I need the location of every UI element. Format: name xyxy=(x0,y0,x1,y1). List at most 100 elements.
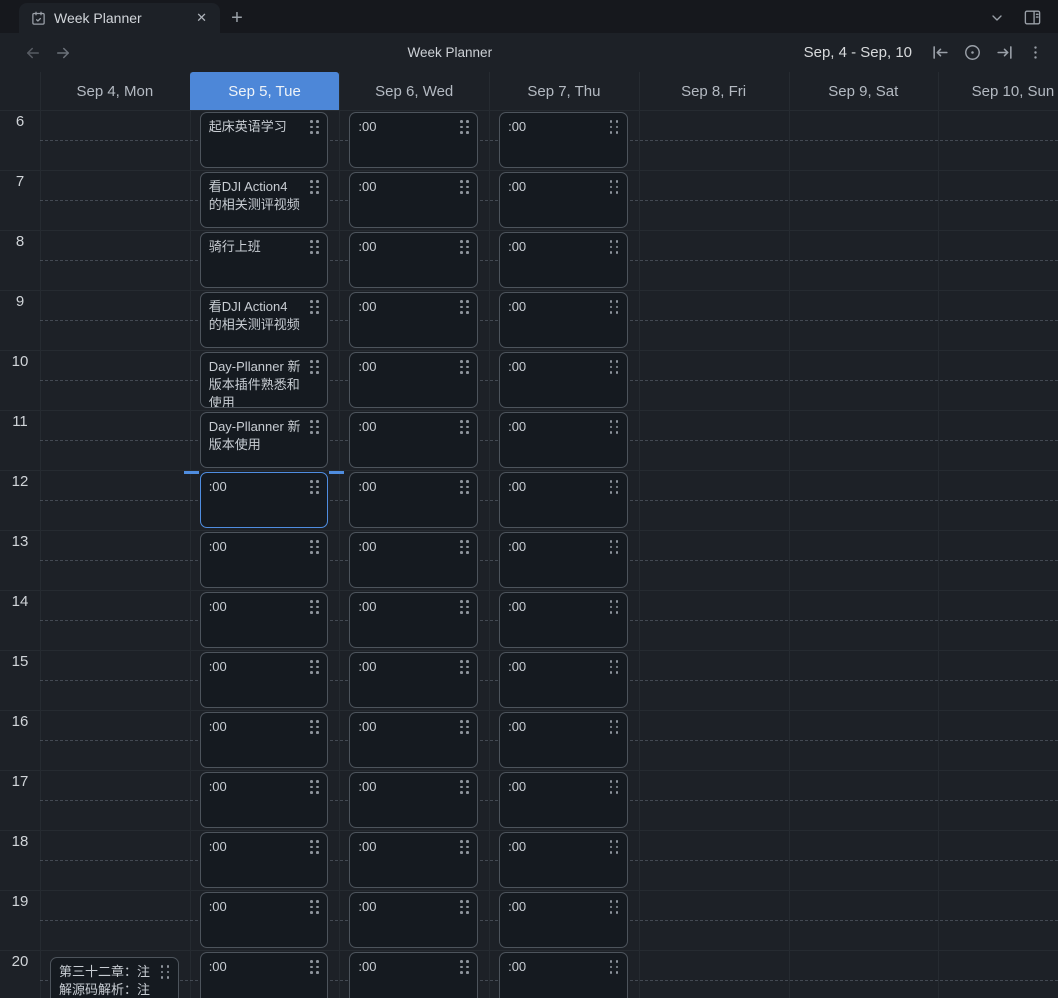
day-header-sep-6-wed[interactable]: Sep 6, Wed xyxy=(339,72,489,110)
time-slot[interactable]: :00 xyxy=(199,832,329,888)
time-slot[interactable]: :00 xyxy=(499,532,628,588)
drag-handle-icon[interactable] xyxy=(310,720,319,734)
drag-handle-icon[interactable] xyxy=(460,720,469,734)
drag-handle-icon[interactable] xyxy=(609,120,619,134)
time-slot[interactable]: :00 xyxy=(349,652,479,708)
new-tab-button[interactable]: + xyxy=(220,3,254,33)
drag-handle-icon[interactable] xyxy=(460,600,469,614)
task-card[interactable]: Day-Pllanner 新版本使用 xyxy=(199,412,329,468)
time-slot[interactable]: :00 xyxy=(349,352,479,408)
drag-handle-icon[interactable] xyxy=(609,660,619,674)
drag-handle-icon[interactable] xyxy=(310,600,319,614)
drag-handle-icon[interactable] xyxy=(609,240,619,254)
drag-handle-icon[interactable] xyxy=(460,480,469,494)
drag-handle-icon[interactable] xyxy=(460,300,469,314)
drag-handle-icon[interactable] xyxy=(460,420,469,434)
time-slot[interactable]: :00 xyxy=(199,532,329,588)
drag-handle-icon[interactable] xyxy=(460,180,469,194)
tab-week-planner[interactable]: Week Planner ✕ xyxy=(19,3,220,33)
time-slot[interactable]: :00 xyxy=(349,532,479,588)
drag-handle-icon[interactable] xyxy=(609,960,619,974)
time-slot[interactable]: :00 xyxy=(349,292,479,348)
time-slot[interactable]: :00 xyxy=(183,471,345,528)
task-card[interactable]: 骑行上班 xyxy=(199,232,329,288)
drag-handle-icon[interactable] xyxy=(460,780,469,794)
time-slot[interactable]: :00 xyxy=(349,712,479,768)
skip-to-start-icon[interactable] xyxy=(931,43,950,62)
drag-handle-icon[interactable] xyxy=(310,540,319,554)
panel-right-icon[interactable] xyxy=(1023,8,1042,27)
drag-handle-icon[interactable] xyxy=(310,840,319,854)
drag-handle-icon[interactable] xyxy=(310,660,319,674)
day-header-sep-7-thu[interactable]: Sep 7, Thu xyxy=(489,72,639,110)
drag-handle-icon[interactable] xyxy=(460,900,469,914)
time-slot[interactable]: :00 xyxy=(499,832,628,888)
drag-handle-icon[interactable] xyxy=(460,960,469,974)
drag-handle-icon[interactable] xyxy=(160,965,170,979)
time-slot[interactable]: :00 xyxy=(499,772,628,828)
time-slot[interactable]: :00 xyxy=(499,352,628,408)
drag-handle-icon[interactable] xyxy=(609,540,619,554)
time-slot[interactable]: :00 xyxy=(499,892,628,948)
time-slot[interactable]: :00 xyxy=(199,892,329,948)
time-slot[interactable]: :00 xyxy=(349,172,479,228)
time-slot[interactable]: :00 xyxy=(499,652,628,708)
task-card[interactable]: 第三十二章：注解源码解析：注解 xyxy=(50,957,179,998)
back-arrow-icon[interactable] xyxy=(24,44,42,62)
task-card[interactable]: 看DJI Action4 的相关测评视频 xyxy=(199,172,329,228)
time-slot[interactable]: :00 xyxy=(199,952,329,998)
drag-handle-icon[interactable] xyxy=(609,300,619,314)
drag-handle-icon[interactable] xyxy=(460,840,469,854)
time-slot[interactable]: :00 xyxy=(499,292,628,348)
time-slot[interactable]: :00 xyxy=(349,232,479,288)
drag-handle-icon[interactable] xyxy=(310,300,319,314)
drag-handle-icon[interactable] xyxy=(609,420,619,434)
time-slot[interactable]: :00 xyxy=(499,172,628,228)
drag-handle-icon[interactable] xyxy=(609,840,619,854)
drag-handle-icon[interactable] xyxy=(310,900,319,914)
time-slot[interactable]: :00 xyxy=(499,712,628,768)
time-slot[interactable]: :00 xyxy=(199,592,329,648)
day-header-sep-9-sat[interactable]: Sep 9, Sat xyxy=(788,72,938,110)
drag-handle-icon[interactable] xyxy=(310,180,319,194)
drag-handle-icon[interactable] xyxy=(609,720,619,734)
task-card[interactable]: 看DJI Action4 的相关测评视频 xyxy=(199,292,329,348)
drag-handle-icon[interactable] xyxy=(609,180,619,194)
drag-handle-icon[interactable] xyxy=(460,360,469,374)
day-header-sep-8-fri[interactable]: Sep 8, Fri xyxy=(639,72,789,110)
chevron-down-icon[interactable] xyxy=(989,10,1005,26)
time-slot[interactable]: :00 xyxy=(499,232,628,288)
time-slot[interactable]: :00 xyxy=(349,772,479,828)
task-card[interactable]: Day-Pllanner 新版本插件熟悉和使用 xyxy=(199,352,329,408)
time-slot[interactable]: :00 xyxy=(349,112,479,168)
drag-handle-icon[interactable] xyxy=(310,240,319,254)
drag-handle-icon[interactable] xyxy=(609,360,619,374)
drag-handle-icon[interactable] xyxy=(460,660,469,674)
day-header-sep-5-tue[interactable]: Sep 5, Tue xyxy=(189,72,340,110)
time-slot[interactable]: :00 xyxy=(349,952,479,998)
day-header-sep-10-sun[interactable]: Sep 10, Sun xyxy=(938,72,1058,110)
drag-handle-icon[interactable] xyxy=(310,120,319,134)
drag-handle-icon[interactable] xyxy=(460,540,469,554)
time-slot[interactable]: :00 xyxy=(199,712,329,768)
drag-handle-icon[interactable] xyxy=(609,600,619,614)
forward-arrow-icon[interactable] xyxy=(54,44,72,62)
drag-handle-icon[interactable] xyxy=(460,120,469,134)
drag-handle-icon[interactable] xyxy=(609,480,619,494)
time-slot[interactable]: :00 xyxy=(349,472,479,528)
time-slot[interactable]: :00 xyxy=(349,832,479,888)
drag-handle-icon[interactable] xyxy=(310,480,319,494)
time-slot[interactable]: :00 xyxy=(349,592,479,648)
drag-handle-icon[interactable] xyxy=(609,780,619,794)
time-slot[interactable]: :00 xyxy=(499,952,628,998)
task-card[interactable]: 起床英语学习 xyxy=(199,112,329,168)
drag-handle-icon[interactable] xyxy=(310,780,319,794)
more-options-icon[interactable] xyxy=(1027,44,1044,61)
skip-to-end-icon[interactable] xyxy=(995,43,1014,62)
today-icon[interactable] xyxy=(963,43,982,62)
day-header-sep-4-mon[interactable]: Sep 4, Mon xyxy=(40,72,190,110)
time-slot[interactable]: :00 xyxy=(349,412,479,468)
time-slot[interactable]: :00 xyxy=(499,112,628,168)
drag-handle-icon[interactable] xyxy=(310,420,319,434)
drag-handle-icon[interactable] xyxy=(609,900,619,914)
